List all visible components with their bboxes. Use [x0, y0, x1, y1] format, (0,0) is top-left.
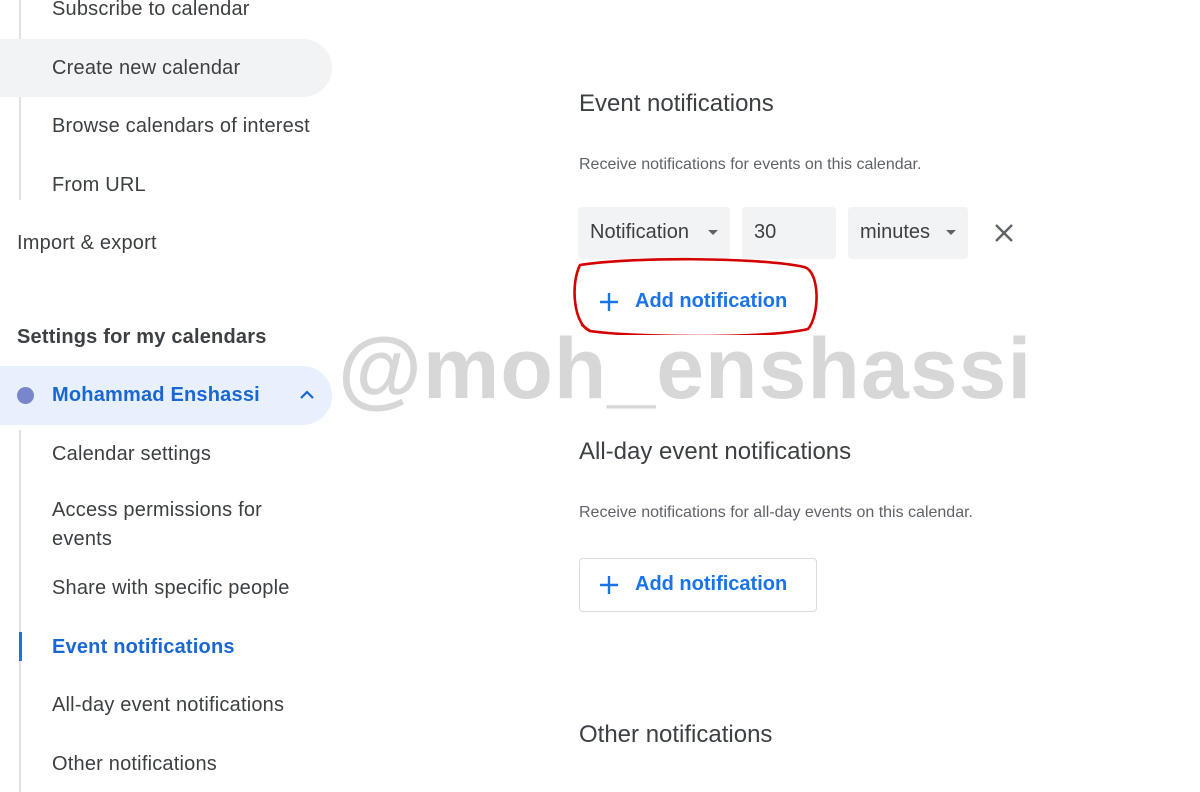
- event-notifications-title: Event notifications: [579, 90, 774, 117]
- access-permissions-link[interactable]: Access permissions for events: [52, 496, 302, 554]
- notification-amount-value: 30: [754, 221, 777, 243]
- notification-unit-value: minutes: [860, 221, 931, 243]
- watermark-text: @moh_enshassi: [338, 321, 1033, 417]
- submenu-rail: [19, 0, 21, 200]
- import-export-link[interactable]: Import & export: [17, 232, 157, 255]
- event-notifications-link[interactable]: Event notifications: [52, 636, 235, 659]
- settings-sidebar: Subscribe to calendar Create new calenda…: [0, 0, 340, 792]
- plus-icon: [600, 576, 618, 594]
- other-notifications-title: Other notifications: [579, 721, 773, 748]
- add-all-day-notification-button[interactable]: Add notification: [579, 558, 817, 612]
- calendar-settings-link[interactable]: Calendar settings: [52, 443, 211, 466]
- close-icon[interactable]: [992, 221, 1016, 245]
- other-notifications-link[interactable]: Other notifications: [52, 753, 217, 776]
- all-day-notifications-description: Receive notifications for all-day events…: [579, 504, 973, 521]
- calendar-submenu-rail: [19, 430, 21, 792]
- all-day-notifications-link[interactable]: All-day event notifications: [52, 694, 284, 717]
- chevron-up-icon[interactable]: [298, 388, 316, 402]
- add-notification-label: Add notification: [635, 573, 788, 595]
- notification-type-value: Notification: [590, 221, 689, 243]
- share-with-people-link[interactable]: Share with specific people: [52, 577, 290, 600]
- notification-unit-select[interactable]: minutes: [848, 207, 968, 259]
- settings-for-my-calendars-heading: Settings for my calendars: [17, 326, 267, 348]
- notification-type-select[interactable]: Notification: [578, 207, 730, 259]
- notification-amount-input[interactable]: 30: [742, 207, 836, 259]
- dropdown-arrow-icon: [946, 230, 956, 235]
- subscribe-to-calendar-link[interactable]: Subscribe to calendar: [52, 0, 250, 21]
- all-day-notifications-title: All-day event notifications: [579, 438, 852, 465]
- event-notifications-description: Receive notifications for events on this…: [579, 156, 922, 173]
- from-url-link[interactable]: From URL: [52, 174, 146, 197]
- active-indicator: [19, 632, 22, 661]
- browse-calendars-link[interactable]: Browse calendars of interest: [52, 115, 310, 138]
- calendar-name[interactable]: Mohammad Enshassi: [52, 384, 260, 407]
- dropdown-arrow-icon: [708, 230, 718, 235]
- create-new-calendar-link[interactable]: Create new calendar: [52, 57, 240, 80]
- calendar-color-dot: [17, 387, 34, 404]
